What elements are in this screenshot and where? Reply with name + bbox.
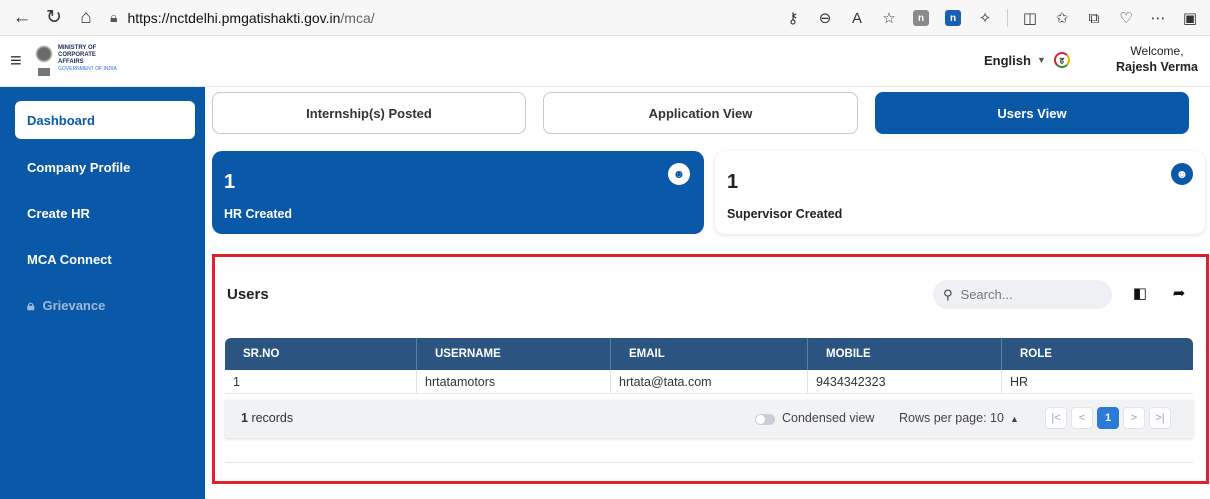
hamburger-menu-icon[interactable]: ≡ <box>10 50 22 73</box>
back-button[interactable]: ← <box>6 4 38 32</box>
sidebar-item-label: Grievance <box>42 297 106 313</box>
browser-toolbar: ← ↻ ⌂ 🔒︎ https://nctdelhi.pmgatishakti.g… <box>0 0 1210 36</box>
logo-line-4: GOVERNMENT OF INDIA <box>58 66 117 72</box>
url-path: /mca/ <box>340 9 375 26</box>
site-info-icon[interactable]: 🔒︎ <box>110 9 117 26</box>
sidebar-item-label: Create HR <box>27 205 90 221</box>
condensed-view-label: Condensed view <box>782 411 875 425</box>
condensed-view-toggle[interactable] <box>755 414 775 425</box>
panel-divider <box>225 462 1193 463</box>
ministry-logo[interactable]: MINISTRY OF CORPORATE AFFAIRS GOVERNMENT… <box>33 42 117 76</box>
extension-blue-icon[interactable]: n <box>939 4 967 32</box>
search-input[interactable]: ⚲ Search... <box>933 280 1112 309</box>
column-header-role[interactable]: ROLE <box>1002 338 1193 370</box>
tab-label: Internship(s) Posted <box>306 105 432 121</box>
language-selector[interactable]: English ▼ ह <box>984 52 1070 68</box>
table-header: SR.NO USERNAME EMAIL MOBILE ROLE <box>225 338 1193 370</box>
records-count: 1 records <box>241 411 293 425</box>
key-icon[interactable]: ⚷ <box>779 4 807 32</box>
search-icon: ⚲ <box>943 286 953 302</box>
sidebar-item-mca-connect[interactable]: MCA Connect <box>15 240 195 278</box>
sidebar-item-company-profile[interactable]: Company Profile <box>15 148 195 186</box>
logo-line-2: CORPORATE <box>58 52 96 58</box>
sidebar-toggle-icon[interactable]: ▣ <box>1176 4 1204 32</box>
logo-line-3: AFFAIRS <box>58 59 84 65</box>
column-header-email[interactable]: EMAIL <box>611 338 808 370</box>
column-header-mobile[interactable]: MOBILE <box>808 338 1002 370</box>
users-title: Users <box>227 286 269 303</box>
refresh-button[interactable]: ↻ <box>38 4 70 32</box>
prev-page-button[interactable]: < <box>1071 407 1093 429</box>
first-page-button[interactable]: |< <box>1045 407 1067 429</box>
stat-value: 1 <box>224 171 236 193</box>
tab-users-view[interactable]: Users View <box>875 92 1189 134</box>
page-1-button[interactable]: 1 <box>1097 407 1119 429</box>
sidebar-item-create-hr[interactable]: Create HR <box>15 194 195 232</box>
records-number: 1 <box>241 411 248 425</box>
extension-grey-icon[interactable]: n <box>907 4 935 32</box>
stat-value: 1 <box>727 171 739 193</box>
next-page-button[interactable]: > <box>1123 407 1145 429</box>
welcome-text: Welcome, <box>1130 44 1184 58</box>
rows-per-page-select[interactable]: Rows per page: 10 ▲ <box>899 411 1019 425</box>
zoom-icon[interactable]: ⊖ <box>811 4 839 32</box>
stat-card-supervisor-created: 1 Supervisor Created ☻ <box>715 151 1205 234</box>
stat-label: Supervisor Created <box>727 207 843 221</box>
favorites-icon[interactable]: ✩ <box>1048 4 1076 32</box>
toolbar-divider <box>1007 9 1008 27</box>
split-screen-icon[interactable]: ◫ <box>1016 4 1044 32</box>
cell-email: hrtata@tata.com <box>611 370 808 394</box>
cell-username: hrtatamotors <box>417 370 611 394</box>
more-menu-icon[interactable]: ⋯ <box>1144 4 1172 32</box>
user-menu-chevron-icon[interactable]: ⌄ <box>1184 58 1192 69</box>
collections-icon[interactable]: ⧉ <box>1080 4 1108 32</box>
column-header-username[interactable]: USERNAME <box>417 338 611 370</box>
chevron-up-icon: ▲ <box>1009 414 1019 424</box>
url-host: https://nctdelhi.pmgatishakti.gov.in <box>127 9 341 26</box>
sidebar-item-grievance[interactable]: 🔒︎ Grievance <box>15 286 195 324</box>
tab-internships-posted[interactable]: Internship(s) Posted <box>212 92 526 134</box>
export-icon[interactable]: ➦ <box>1170 284 1188 302</box>
search-placeholder: Search... <box>960 287 1013 302</box>
sidebar: Dashboard Company Profile Create HR MCA … <box>0 87 205 499</box>
language-label: English <box>984 52 1031 68</box>
chevron-down-icon: ▼ <box>1036 55 1046 65</box>
extension-grey-label: n <box>913 10 929 26</box>
language-icon: ह <box>1053 52 1070 68</box>
sidebar-item-dashboard[interactable]: Dashboard <box>15 101 195 139</box>
users-table: SR.NO USERNAME EMAIL MOBILE ROLE 1 hrtat… <box>225 338 1193 394</box>
cell-sr-no: 1 <box>225 370 417 394</box>
favorite-star-icon[interactable]: ☆ <box>875 4 903 32</box>
logo-text: MINISTRY OF CORPORATE AFFAIRS GOVERNMENT… <box>58 45 117 73</box>
tab-application-view[interactable]: Application View <box>543 92 858 134</box>
cell-role: HR <box>1010 375 1029 389</box>
columns-icon[interactable]: ◧ <box>1131 284 1149 302</box>
tab-label: Users View <box>997 105 1067 121</box>
read-aloud-icon[interactable]: A <box>843 4 871 32</box>
tab-label: Application View <box>648 105 753 121</box>
rows-per-page-label: Rows per page: 10 <box>899 411 1004 425</box>
user-add-icon: ☻ <box>668 163 690 185</box>
sidebar-item-label: MCA Connect <box>27 251 112 267</box>
cell-mobile: 9434342323 <box>808 370 1002 394</box>
table-row[interactable]: 1 hrtatamotors hrtata@tata.com 943434232… <box>225 370 1193 394</box>
extension-blue-label: n <box>945 10 961 26</box>
sidebar-item-label: Dashboard <box>27 112 95 128</box>
records-label: records <box>251 411 294 425</box>
home-button[interactable]: ⌂ <box>70 4 102 32</box>
sidebar-item-label: Company Profile <box>27 159 131 175</box>
last-page-button[interactable]: >| <box>1149 407 1171 429</box>
logo-line-1: MINISTRY OF <box>58 45 97 51</box>
browser-essentials-icon[interactable]: ♡ <box>1112 4 1140 32</box>
extensions-puzzle-icon[interactable]: ✧ <box>971 4 999 32</box>
table-footer: 1 records Condensed view Rows per page: … <box>225 400 1193 438</box>
user-add-icon: ☻ <box>1171 163 1193 185</box>
column-header-sr-no[interactable]: SR.NO <box>225 338 417 370</box>
lock-icon: 🔒︎ <box>27 296 35 313</box>
stat-card-hr-created: 1 HR Created ☻ <box>212 151 704 234</box>
stat-label: HR Created <box>224 207 293 221</box>
national-emblem-icon <box>33 42 55 76</box>
app-header: ≡ MINISTRY OF CORPORATE AFFAIRS GOVERNME… <box>0 36 1210 87</box>
